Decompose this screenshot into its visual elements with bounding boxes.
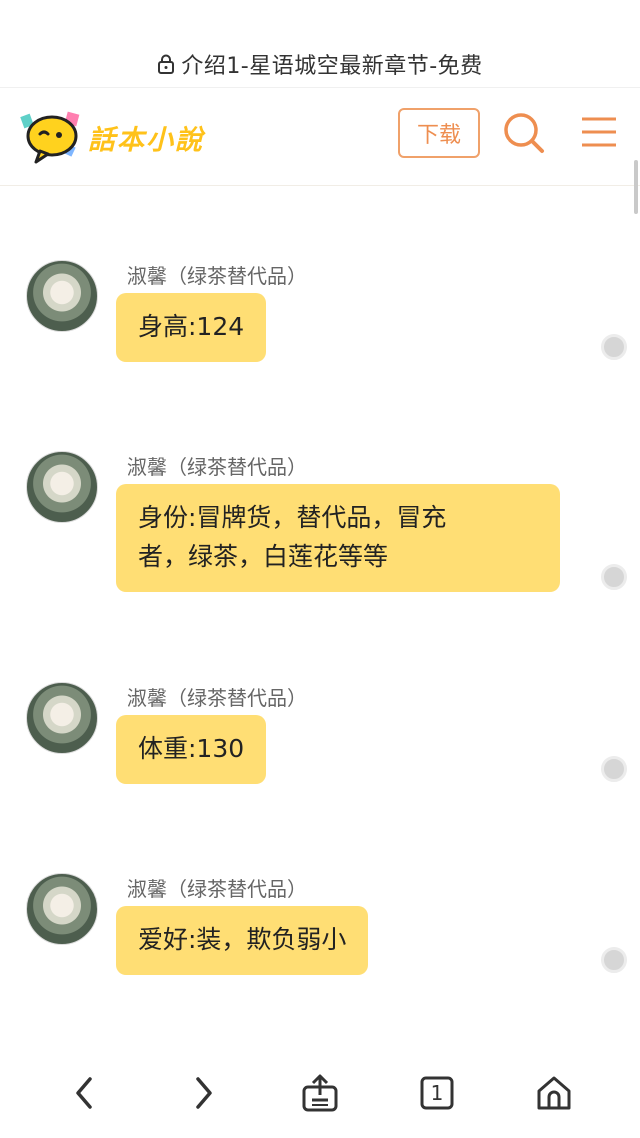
- message-text: 身高:124: [138, 312, 245, 341]
- site-header: 話本小說 下载: [0, 88, 640, 186]
- message-text-line: 者，绿茶，白莲花等等: [138, 542, 389, 571]
- sender-name: 淑馨（绿茶替代品）: [127, 264, 307, 288]
- message-text: 体重:130: [138, 734, 245, 763]
- sender-name: 淑馨（绿茶替代品）: [127, 877, 307, 901]
- download-button[interactable]: 下载: [398, 108, 480, 158]
- message-bubble: 体重:130: [116, 715, 267, 784]
- logo-text: 話本小說: [88, 124, 204, 156]
- forward-arrow-icon[interactable]: [178, 1068, 228, 1118]
- message-bubble: 爱好:装，欺负弱小: [116, 906, 369, 975]
- menu-icon[interactable]: [578, 110, 620, 156]
- message-dot-icon[interactable]: [601, 947, 627, 973]
- search-icon[interactable]: [500, 108, 548, 158]
- tabs-icon[interactable]: 1: [412, 1068, 462, 1118]
- avatar[interactable]: [26, 260, 98, 332]
- sender-name: 淑馨（绿茶替代品）: [127, 686, 307, 710]
- sender-name: 淑馨（绿茶替代品）: [127, 455, 307, 479]
- page-title: 介绍1-星语城空最新章节-免费: [181, 53, 483, 79]
- message-dot-icon[interactable]: [601, 564, 627, 590]
- message-text: 爱好:装，欺负弱小: [138, 925, 347, 954]
- home-icon[interactable]: [529, 1068, 579, 1118]
- chat-bubble-logo-icon: [20, 109, 84, 165]
- back-arrow-icon[interactable]: [60, 1068, 110, 1118]
- browser-bottom-nav: 1: [0, 1040, 640, 1138]
- message-dot-icon[interactable]: [601, 334, 627, 360]
- browser-address-bar[interactable]: 介绍1-星语城空最新章节-免费: [0, 0, 640, 88]
- avatar[interactable]: [26, 873, 98, 945]
- share-icon[interactable]: [295, 1068, 345, 1118]
- scrollbar[interactable]: [634, 160, 638, 214]
- message-bubble: 身份:冒牌货，替代品，冒充 者，绿茶，白莲花等等: [116, 484, 560, 592]
- message-bubble: 身高:124: [116, 293, 267, 362]
- page: 介绍1-星语城空最新章节-免费 話本小說 下载 淑馨（绿茶替代品） 身高:124…: [0, 0, 640, 1138]
- avatar[interactable]: [26, 451, 98, 523]
- lock-icon: [157, 54, 175, 74]
- message-text-line: 身份:冒牌货，替代品，冒充: [138, 503, 447, 532]
- tab-count: 1: [430, 1081, 444, 1105]
- site-logo[interactable]: 話本小說: [20, 106, 230, 168]
- avatar[interactable]: [26, 682, 98, 754]
- message-dot-icon[interactable]: [601, 756, 627, 782]
